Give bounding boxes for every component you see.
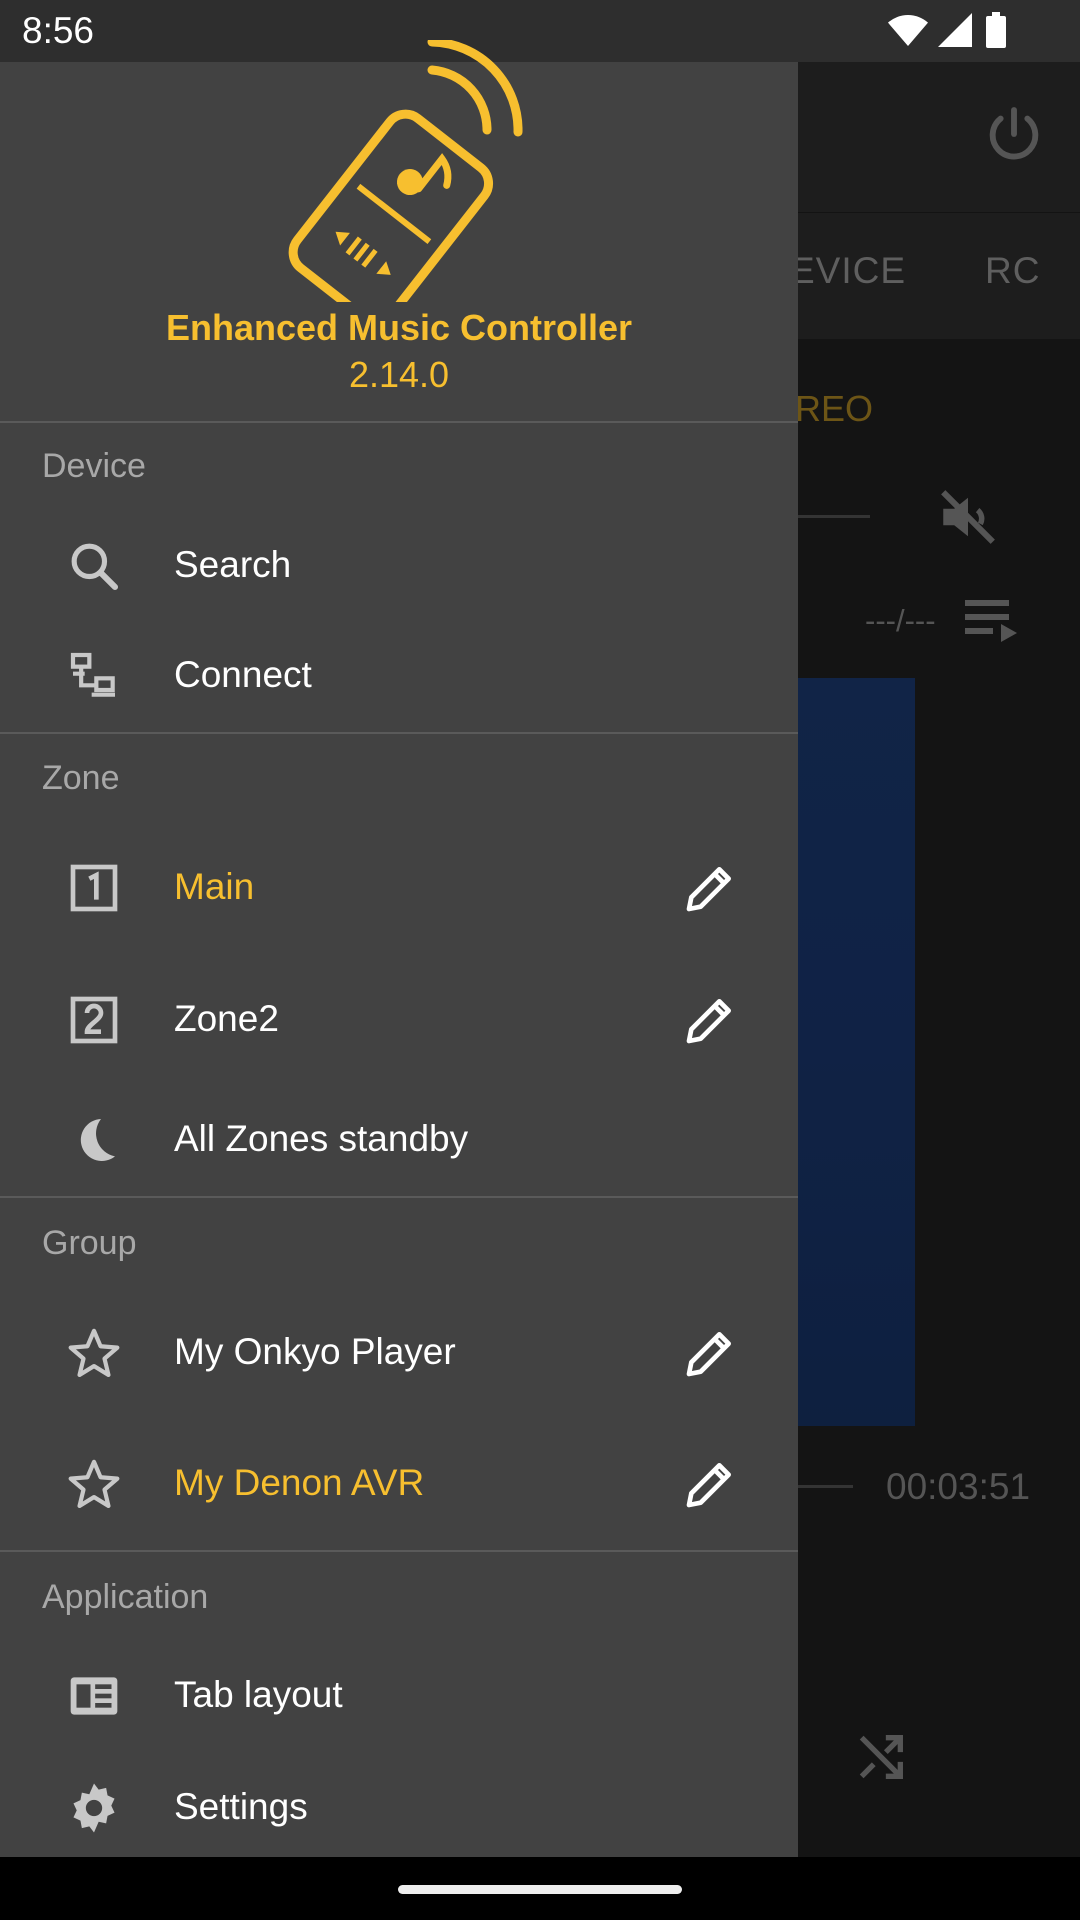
menu-item-label: My Onkyo Player (174, 1331, 456, 1372)
drawer-header: Enhanced Music Controller 2.14.0 (0, 40, 798, 422)
search-icon (71, 543, 119, 591)
edit-denon-icon[interactable] (682, 1456, 738, 1512)
menu-item-search[interactable]: Search (0, 516, 798, 616)
tab-layout-icon (70, 1677, 118, 1715)
cell-signal-icon (938, 13, 972, 47)
moon-icon (80, 1119, 115, 1161)
section-zone-title: Zone (42, 759, 120, 797)
menu-item-tab-layout[interactable]: Tab layout (0, 1646, 798, 1746)
menu-item-label: Connect (174, 654, 312, 695)
edit-onkyo-icon[interactable] (682, 1325, 738, 1381)
star-icon (68, 1459, 120, 1509)
wifi-icon (888, 15, 928, 46)
zone-1-icon (70, 864, 118, 912)
edit-main-icon[interactable] (682, 860, 738, 916)
navigation-drawer: Enhanced Music Controller 2.14.0 Device … (0, 40, 798, 1858)
menu-item-label: Tab layout (174, 1674, 343, 1715)
divider (0, 1196, 798, 1198)
section-application-title: Application (42, 1578, 209, 1616)
menu-item-label: Search (174, 544, 292, 585)
menu-item-label: Settings (174, 1786, 308, 1827)
status-time: 8:56 (22, 10, 95, 51)
app-logo-icon (288, 40, 523, 302)
app-version: 2.14.0 (348, 354, 450, 395)
star-icon (68, 1328, 120, 1378)
menu-item-connect[interactable]: Connect (0, 626, 798, 726)
divider (0, 1550, 798, 1552)
section-group-title: Group (42, 1224, 137, 1262)
menu-item-settings[interactable]: Settings (0, 1758, 798, 1858)
menu-item-label: Zone2 (174, 998, 279, 1039)
menu-item-all-zones-standby[interactable]: All Zones standby (0, 1090, 798, 1190)
menu-item-label: All Zones standby (174, 1118, 469, 1159)
divider (0, 732, 798, 734)
battery-icon (986, 12, 1006, 48)
divider (0, 421, 798, 423)
edit-zone2-icon[interactable] (682, 992, 738, 1048)
menu-item-label: Main (174, 866, 255, 907)
menu-item-zone-main[interactable]: Main (0, 838, 798, 938)
gear-icon (73, 1783, 115, 1833)
menu-item-zone2[interactable]: Zone2 (0, 970, 798, 1070)
menu-item-label: My Denon AVR (174, 1462, 425, 1503)
section-device-title: Device (42, 447, 146, 485)
menu-item-my-denon-avr[interactable]: My Denon AVR (0, 1434, 798, 1534)
connect-icon (70, 652, 115, 697)
navigation-bar (0, 1857, 1080, 1920)
home-gesture-handle[interactable] (398, 1885, 682, 1894)
menu-item-my-onkyo-player[interactable]: My Onkyo Player (0, 1303, 798, 1403)
zone-2-icon (70, 996, 118, 1044)
app-name: Enhanced Music Controller (165, 307, 633, 348)
